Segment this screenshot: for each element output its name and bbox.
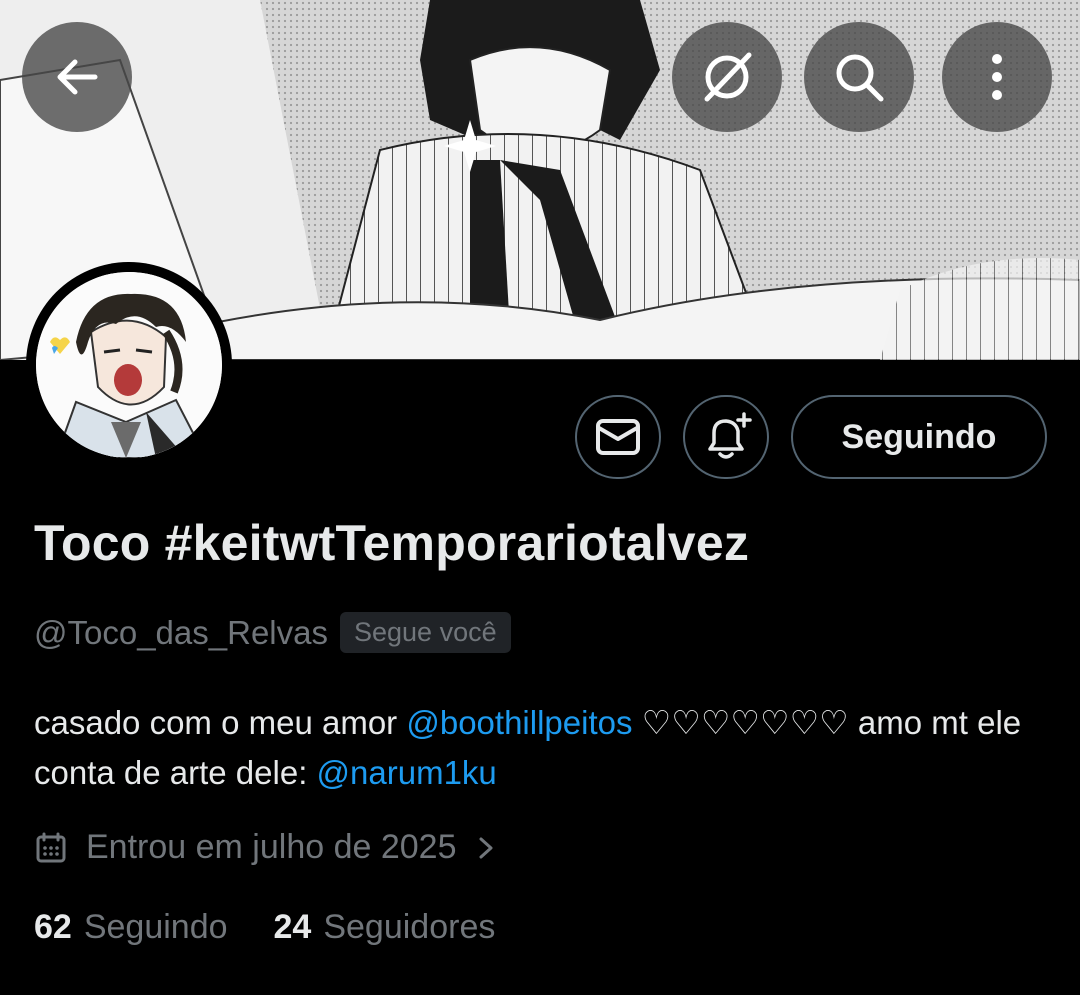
- profile-bio: casado com o meu amor @boothillpeitos ♡♡…: [34, 698, 1044, 798]
- back-button[interactable]: [22, 22, 132, 132]
- handle-row: @Toco_das_Relvas Segue você: [34, 612, 511, 653]
- avatar-illustration: [36, 272, 222, 458]
- calendar-icon: [36, 832, 66, 862]
- envelope-icon: [596, 419, 640, 455]
- message-button[interactable]: [575, 395, 661, 479]
- display-name: Toco #keitwtTemporariotalvez: [34, 515, 750, 571]
- search-button[interactable]: [804, 22, 914, 132]
- following-count: 62: [34, 908, 72, 946]
- search-icon: [836, 54, 884, 102]
- more-button[interactable]: [942, 22, 1052, 132]
- username-handle: @Toco_das_Relvas: [34, 613, 328, 651]
- join-date: Entrou em julho de 2025: [86, 828, 457, 866]
- bio-hearts: ♡♡♡♡♡♡♡: [632, 704, 858, 741]
- bio-mention-link[interactable]: @narum1ku: [317, 754, 497, 791]
- follows-you-badge: Segue você: [340, 612, 511, 653]
- following-button-label: Seguindo: [841, 417, 997, 456]
- arrow-left-icon: [57, 59, 98, 95]
- following-label: Seguindo: [83, 908, 228, 946]
- chevron-right-icon: [479, 837, 493, 858]
- following-stat[interactable]: 62 Seguindo: [34, 908, 228, 947]
- join-date-row[interactable]: Entrou em julho de 2025: [34, 828, 498, 867]
- follow-stats: 62 Seguindo 24 Seguidores: [34, 908, 495, 947]
- grok-button[interactable]: [672, 22, 782, 132]
- notifications-button[interactable]: [683, 395, 769, 479]
- followers-label: Seguidores: [323, 908, 496, 946]
- more-vertical-icon: [992, 54, 1002, 100]
- bio-mention-link[interactable]: @boothillpeitos: [406, 704, 632, 741]
- grok-slash-icon: [704, 52, 752, 102]
- following-button[interactable]: Seguindo: [791, 395, 1047, 479]
- followers-count: 24: [273, 908, 312, 946]
- avatar: [36, 272, 222, 458]
- bio-text: casado com o meu amor: [34, 704, 407, 741]
- avatar-frame[interactable]: [26, 262, 232, 468]
- bell-plus-icon: [708, 412, 752, 459]
- followers-stat[interactable]: 24 Seguidores: [274, 908, 496, 947]
